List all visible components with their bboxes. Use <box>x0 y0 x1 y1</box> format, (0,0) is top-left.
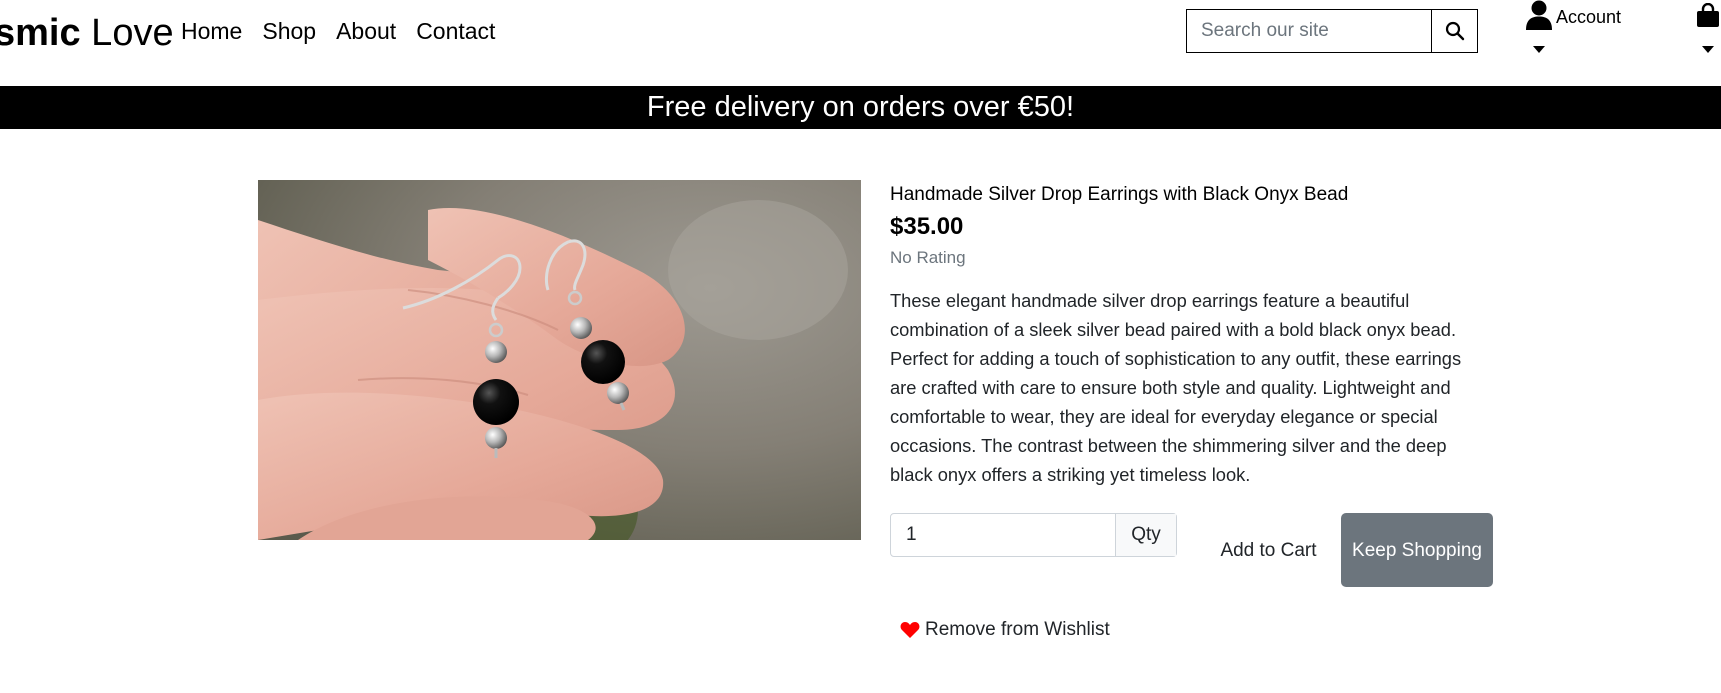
brand-bold-text: smic <box>0 12 81 54</box>
nav-contact[interactable]: Contact <box>416 16 495 46</box>
main-nav: Home Shop About Contact <box>181 16 515 46</box>
heart-icon <box>900 622 920 638</box>
add-to-cart-button[interactable]: Add to Cart <box>1205 513 1332 587</box>
product-description: These elegant handmade silver drop earri… <box>890 290 1462 485</box>
quantity-label: Qty <box>1115 514 1176 556</box>
quantity-input[interactable] <box>891 514 1115 556</box>
delivery-banner: Free delivery on orders over €50! <box>0 86 1721 129</box>
shopping-bag[interactable] <box>1694 0 1721 60</box>
keep-shopping-button[interactable]: Keep Shopping <box>1341 513 1493 587</box>
product-rating: No Rating <box>890 248 966 267</box>
product-image <box>258 180 861 540</box>
wishlist-label: Remove from Wishlist <box>925 619 1110 640</box>
search-button[interactable] <box>1431 10 1477 52</box>
earrings-photo <box>258 180 861 540</box>
shopping-bag-icon <box>1697 3 1719 27</box>
account-label: Account <box>1556 7 1622 27</box>
account-caret-icon <box>1533 46 1545 53</box>
product-price: $35.00 <box>890 213 964 240</box>
product-title: Handmade Silver Drop Earrings with Black… <box>890 184 1349 205</box>
nav-about[interactable]: About <box>336 16 396 46</box>
search-icon <box>1445 21 1464 41</box>
product-details: Handmade Silver Drop Earrings with Black… <box>890 180 1485 489</box>
brand-rest-text: Love <box>80 12 174 54</box>
brand-logo[interactable]: smic Love <box>0 10 174 56</box>
remove-from-wishlist-link[interactable]: Remove from Wishlist <box>900 618 1110 642</box>
account-menu[interactable]: Account <box>1524 0 1634 60</box>
quantity-group: Qty <box>890 513 1177 557</box>
search-input[interactable] <box>1187 10 1431 52</box>
bag-caret-icon <box>1702 46 1714 53</box>
search-form <box>1186 9 1478 53</box>
site-header: smic Love Home Shop About Contact Accoun… <box>0 0 1721 86</box>
nav-shop[interactable]: Shop <box>262 16 316 46</box>
user-icon <box>1526 0 1552 30</box>
nav-home[interactable]: Home <box>181 16 242 46</box>
